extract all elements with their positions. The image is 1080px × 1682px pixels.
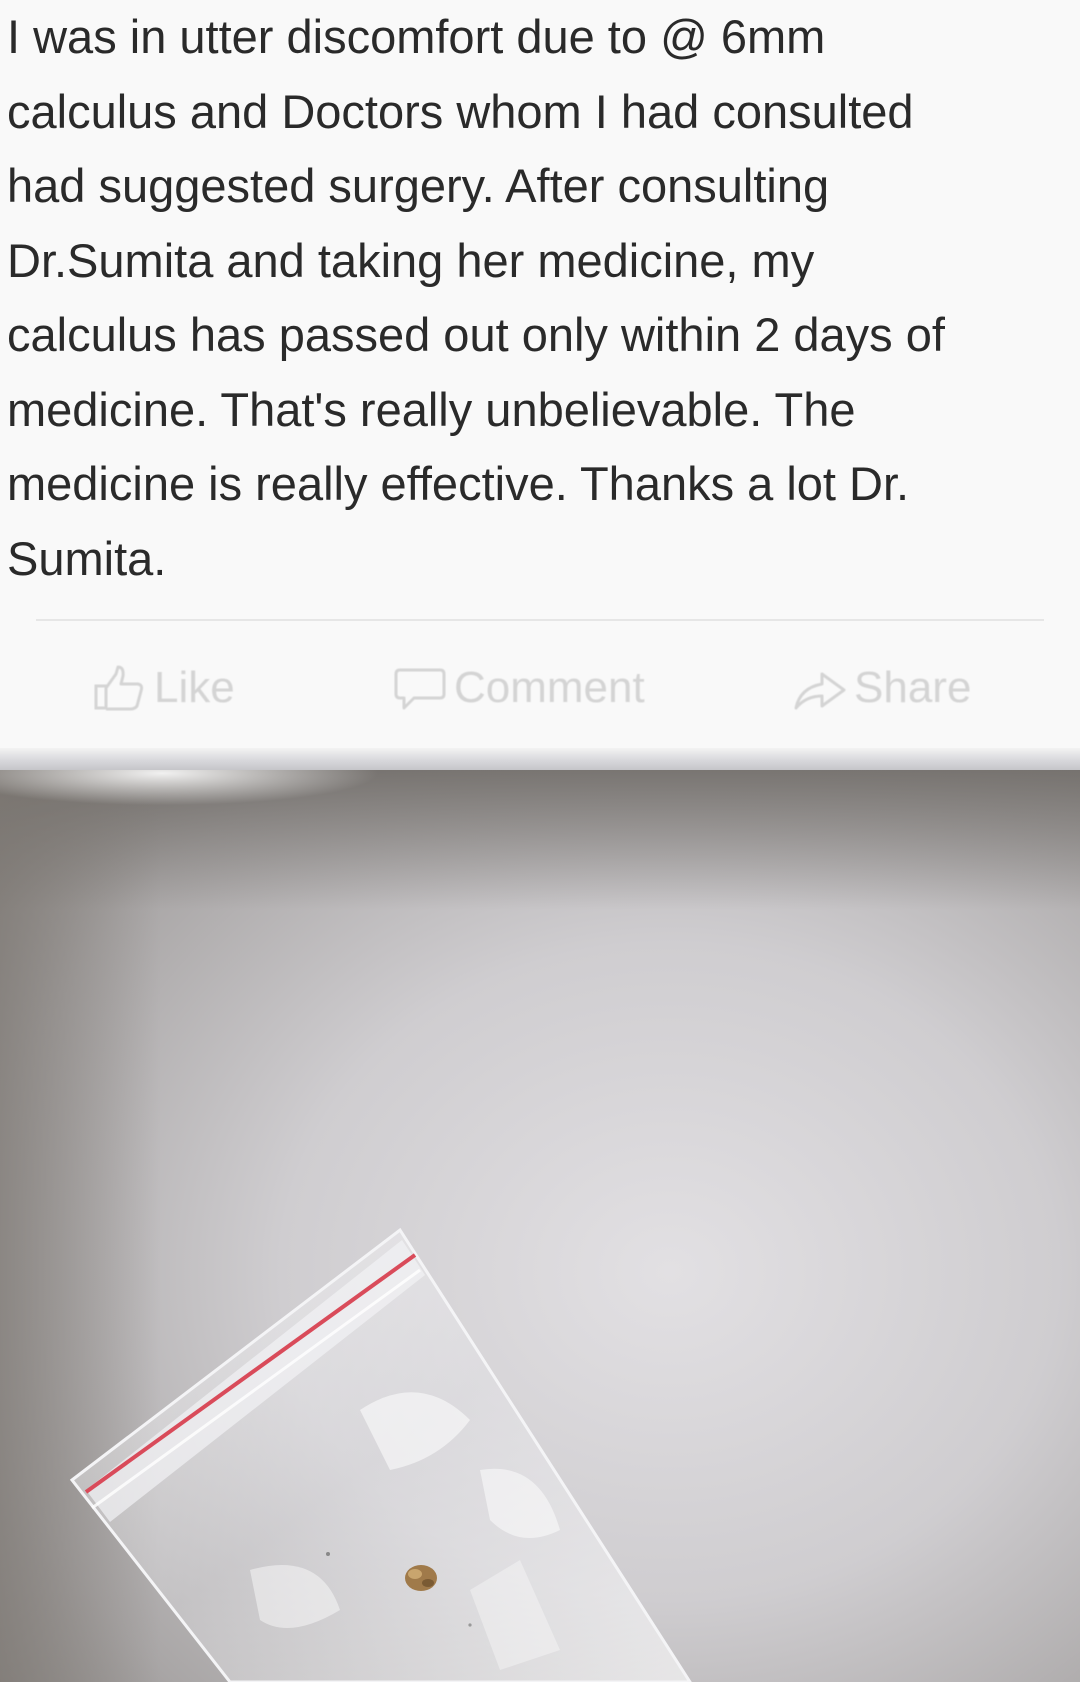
kidney-stone — [405, 1565, 437, 1591]
like-button[interactable]: Like — [92, 663, 235, 712]
post-text: I was in utter discomfort due to @ 6mm c… — [7, 10, 945, 585]
post-photo[interactable] — [0, 770, 1080, 1682]
feed-separator — [0, 748, 1080, 770]
thumbs-up-icon — [92, 664, 148, 712]
speech-bubble-icon — [392, 664, 448, 712]
like-label: Like — [154, 663, 235, 712]
photo-glare — [0, 770, 1080, 930]
share-arrow-icon — [792, 664, 848, 712]
divider — [36, 619, 1044, 621]
post-actions-bar: Like Comment Share — [0, 640, 1080, 736]
share-button[interactable]: Share — [792, 663, 972, 712]
comment-button[interactable]: Comment — [392, 663, 645, 712]
share-label: Share — [854, 663, 972, 712]
post-card: I was in utter discomfort due to @ 6mm c… — [0, 0, 1080, 752]
comment-label: Comment — [454, 663, 645, 712]
